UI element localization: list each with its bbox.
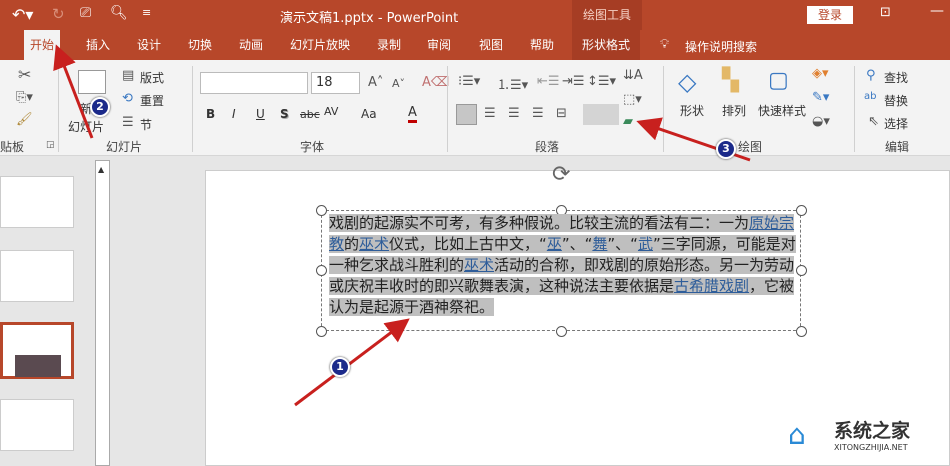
annotation-badge-1: 1	[330, 357, 350, 377]
watermark-logo: ⌂ 系统之家 XITONGZHIJIA.NET	[788, 412, 928, 460]
house-logo-icon: ⌂	[788, 418, 806, 451]
watermark-name: 系统之家	[834, 420, 911, 442]
watermark-url: XITONGZHIJIA.NET	[834, 443, 908, 452]
annotation-badge-2: 2	[90, 97, 110, 117]
annotation-badge-3: 3	[716, 139, 736, 159]
annotation-layer	[53, 44, 751, 407]
annotation-arrow-1	[294, 318, 410, 407]
annotation-arrow-2	[53, 44, 94, 139]
